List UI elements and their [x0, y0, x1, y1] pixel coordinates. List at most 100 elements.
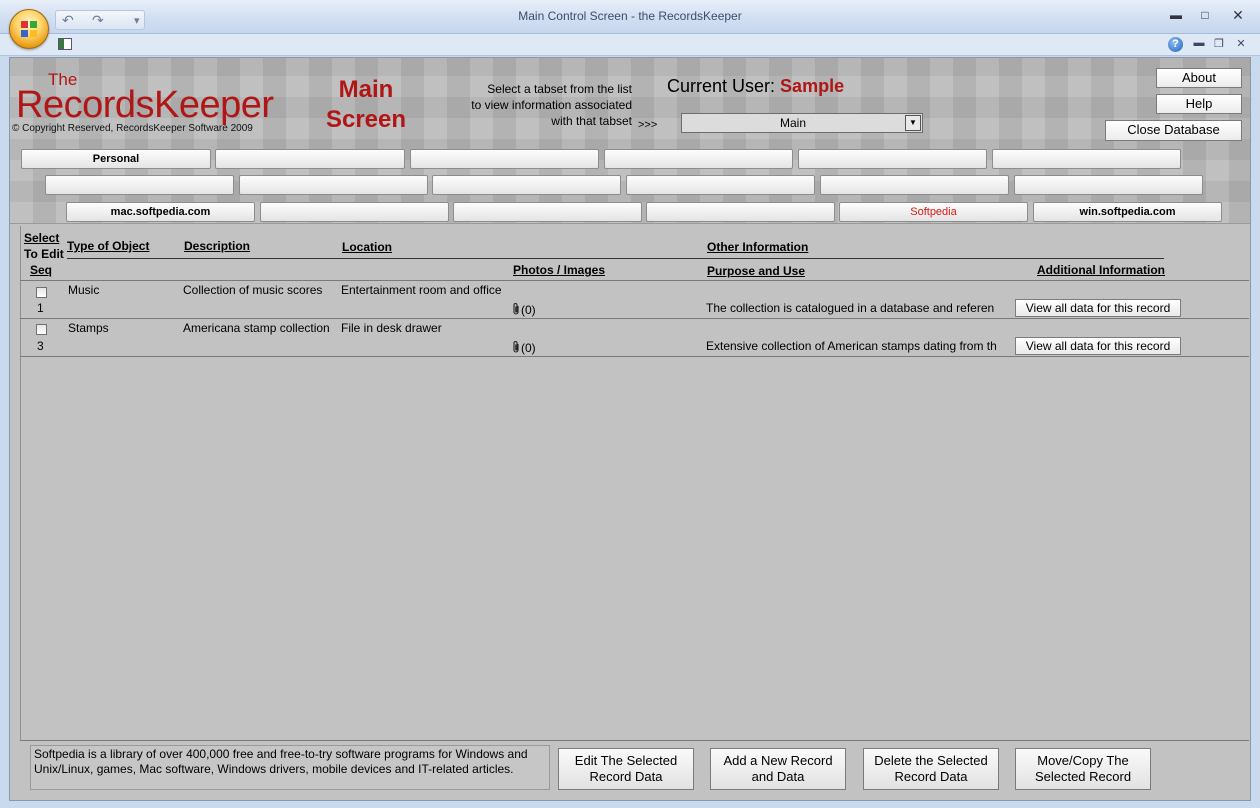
record-purpose[interactable]: Extensive collection of American stamps …: [706, 339, 1003, 353]
add-record-line2: and Data: [751, 769, 805, 784]
footer-divider: [20, 740, 1249, 741]
col-select-line2: To Edit: [24, 247, 64, 261]
col-purpose: Purpose and Use: [707, 264, 806, 278]
row-divider: [20, 280, 1249, 281]
current-user-value: Sample: [780, 76, 845, 96]
screen-title-line2: Screen: [325, 106, 407, 133]
form-header: The RecordsKeeper © Copyright Reserved, …: [10, 58, 1250, 224]
tab-row2-2[interactable]: [239, 175, 428, 195]
tabset-hint-line1: Select a tabset from the list: [487, 82, 632, 96]
tabset-select-value: Main: [779, 116, 806, 130]
tab-row2-3[interactable]: [432, 175, 621, 195]
paperclip-icon: [511, 303, 521, 317]
col-description: Description: [184, 239, 251, 253]
delete-record-line2: Record Data: [894, 769, 968, 784]
tabset-select[interactable]: Main ▼: [681, 113, 923, 133]
tab-row2-4[interactable]: [626, 175, 815, 195]
delete-record-line1: Delete the Selected: [874, 753, 988, 768]
record-description[interactable]: Americana stamp collection: [183, 321, 335, 335]
main-form: The RecordsKeeper © Copyright Reserved, …: [9, 57, 1251, 801]
tab-row3-4[interactable]: [646, 202, 835, 222]
current-user: Current User: Sample: [667, 76, 844, 97]
about-button[interactable]: About: [1156, 68, 1242, 88]
help-button[interactable]: Help: [1156, 94, 1242, 114]
tab-row2-1[interactable]: [45, 175, 234, 195]
select-checkbox[interactable]: [36, 324, 47, 335]
tab-win-softpedia[interactable]: win.softpedia.com: [1033, 202, 1222, 222]
edit-record-line1: Edit The Selected: [574, 753, 678, 768]
col-seq: Seq: [30, 263, 53, 277]
close-icon[interactable]: ✕: [1226, 7, 1250, 24]
record-location[interactable]: Entertainment room and office: [341, 283, 506, 297]
tab-row1-3[interactable]: [410, 149, 599, 169]
record-type[interactable]: Music: [68, 283, 178, 297]
tabset-hint-line3: with that tabset: [551, 114, 632, 128]
tab-personal[interactable]: Personal: [21, 149, 211, 169]
copyright-text: © Copyright Reserved, RecordsKeeper Soft…: [12, 123, 253, 134]
col-location: Location: [342, 240, 392, 254]
move-copy-line2: Selected Record: [1034, 769, 1132, 784]
photos-count: (0): [521, 341, 536, 355]
header-divider: [67, 258, 1164, 259]
photos-cell[interactable]: (0): [511, 302, 536, 317]
title-bar: ↶ ↷ ▾ Main Control Screen - the RecordsK…: [0, 0, 1260, 34]
edit-record-button[interactable]: Edit The Selected Record Data: [558, 748, 694, 790]
record-seq: 3: [37, 339, 44, 353]
view-record-button[interactable]: View all data for this record: [1015, 337, 1181, 355]
col-photos: Photos / Images: [513, 263, 606, 277]
window-title: Main Control Screen - the RecordsKeeper: [518, 9, 742, 23]
col-select: Select: [24, 231, 60, 245]
col-additional: Additional Information: [1037, 263, 1165, 277]
tab-row2-6[interactable]: [1014, 175, 1203, 195]
select-checkbox[interactable]: [36, 287, 47, 298]
dropdown-arrow-icon[interactable]: ▼: [905, 115, 921, 131]
photos-cell[interactable]: (0): [511, 340, 536, 355]
move-copy-record-button[interactable]: Move/Copy The Selected Record: [1015, 748, 1151, 790]
close-database-button[interactable]: Close Database: [1105, 120, 1242, 141]
inner-close-icon[interactable]: ✕: [1232, 37, 1250, 50]
add-record-button[interactable]: Add a New Record and Data: [710, 748, 846, 790]
office-logo-icon: [21, 21, 38, 38]
row-divider: [20, 356, 1249, 357]
ribbon-bar: ? ▬ ❐ ✕: [0, 34, 1260, 56]
tabset-hint: Select a tabset from the list to view in…: [440, 81, 632, 129]
photos-count: (0): [521, 303, 536, 317]
move-copy-line1: Move/Copy The: [1037, 753, 1129, 768]
record-purpose[interactable]: The collection is catalogued in a databa…: [706, 301, 1003, 315]
col-other-info: Other Information: [707, 240, 809, 254]
tabset-hint-line2: to view information associated: [471, 98, 632, 112]
tab-mac-softpedia[interactable]: mac.softpedia.com: [66, 202, 255, 222]
tab-row3-3[interactable]: [453, 202, 642, 222]
info-text-box: Softpedia is a library of over 400,000 f…: [30, 745, 550, 790]
delete-record-button[interactable]: Delete the Selected Record Data: [863, 748, 999, 790]
brand-name: RecordsKeeper: [16, 84, 274, 126]
tab-row1-4[interactable]: [604, 149, 793, 169]
tab-row1-2[interactable]: [215, 149, 405, 169]
tab-row1-5[interactable]: [798, 149, 987, 169]
current-user-label: Current User:: [667, 76, 776, 96]
record-seq: 1: [37, 301, 44, 315]
arrows-label: >>>: [638, 119, 658, 131]
screen-title: Main Screen: [310, 75, 422, 135]
add-record-line1: Add a New Record: [723, 753, 833, 768]
record-location[interactable]: File in desk drawer: [341, 321, 506, 335]
row-divider: [20, 318, 1249, 319]
inner-restore-icon[interactable]: ❐: [1210, 37, 1228, 50]
help-icon[interactable]: ?: [1168, 37, 1183, 52]
paperclip-icon: [511, 341, 521, 355]
record-type[interactable]: Stamps: [68, 321, 178, 335]
form-view-icon[interactable]: [58, 38, 72, 50]
maximize-icon[interactable]: □: [1193, 8, 1217, 22]
col-type: Type of Object: [67, 239, 150, 253]
edit-record-line2: Record Data: [589, 769, 663, 784]
inner-minimize-icon[interactable]: ▬: [1190, 37, 1208, 49]
office-button[interactable]: [9, 9, 49, 49]
view-record-button[interactable]: View all data for this record: [1015, 299, 1181, 317]
tab-row3-2[interactable]: [260, 202, 449, 222]
tab-softpedia[interactable]: Softpedia: [839, 202, 1028, 222]
tab-row1-6[interactable]: [992, 149, 1181, 169]
tab-row2-5[interactable]: [820, 175, 1009, 195]
screen-title-line1: Main: [338, 76, 394, 103]
minimize-icon[interactable]: ▬: [1164, 8, 1188, 22]
record-description[interactable]: Collection of music scores: [183, 283, 335, 297]
